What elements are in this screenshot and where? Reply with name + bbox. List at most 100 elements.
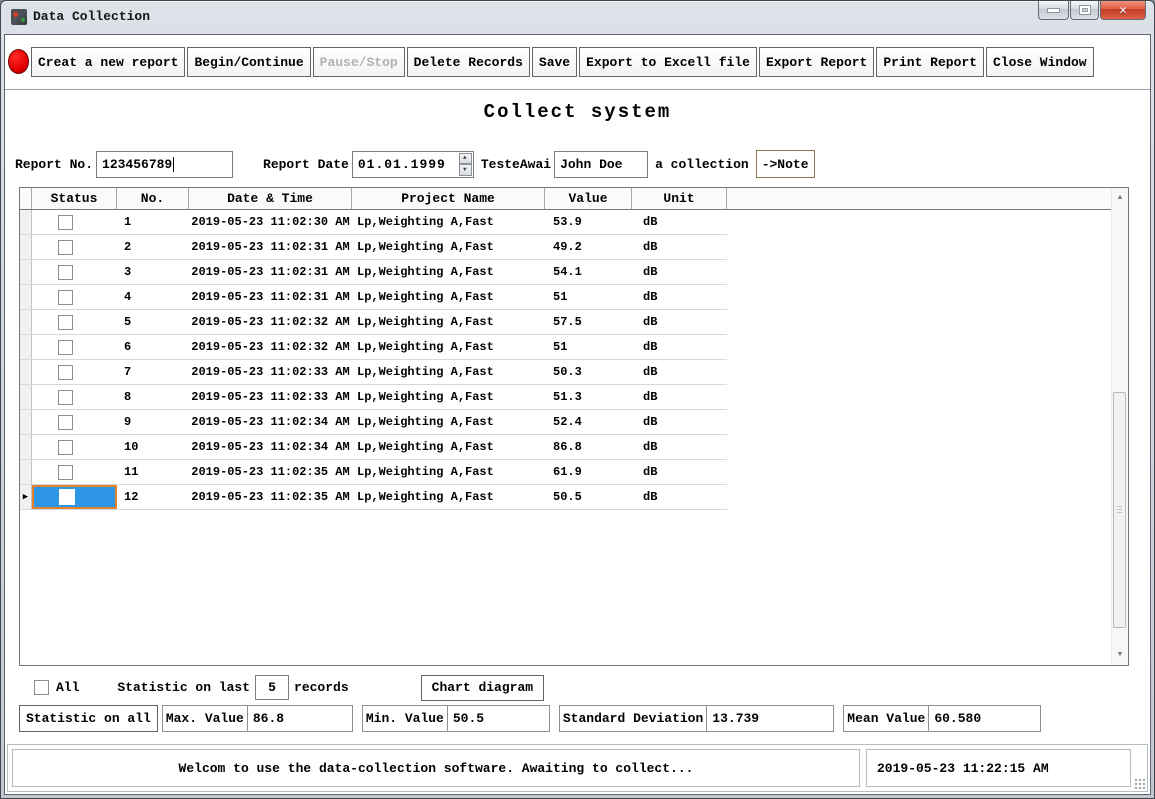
status-cell[interactable] bbox=[32, 460, 117, 484]
table-row[interactable]: 62019-05-23 11:02:32 AMLp,Weighting A,Fa… bbox=[20, 335, 727, 360]
collection-label: a collection bbox=[655, 157, 749, 172]
column-header-value[interactable]: Value bbox=[545, 188, 632, 209]
cell-no: 5 bbox=[117, 310, 189, 334]
row-selector[interactable]: ▶ bbox=[20, 485, 32, 509]
row-checkbox[interactable] bbox=[58, 340, 73, 355]
chart-diagram-button[interactable]: Chart diagram bbox=[421, 675, 544, 701]
tester-input[interactable]: John Doe bbox=[554, 151, 648, 178]
all-checkbox[interactable] bbox=[34, 680, 49, 695]
status-cell[interactable] bbox=[32, 310, 117, 334]
row-selector[interactable] bbox=[20, 235, 32, 259]
status-cell[interactable] bbox=[32, 285, 117, 309]
row-checkbox[interactable] bbox=[58, 290, 73, 305]
table-row[interactable]: ▶122019-05-23 11:02:35 AMLp,Weighting A,… bbox=[20, 485, 727, 510]
vertical-scrollbar[interactable]: ▲ ▼ bbox=[1111, 188, 1128, 665]
table-row[interactable]: 22019-05-23 11:02:31 AMLp,Weighting A,Fa… bbox=[20, 235, 727, 260]
save-button[interactable]: Save bbox=[532, 47, 577, 77]
scroll-up-icon[interactable]: ▲ bbox=[1113, 191, 1127, 205]
status-cell[interactable] bbox=[32, 360, 117, 384]
row-selector[interactable] bbox=[20, 385, 32, 409]
table-row[interactable]: 102019-05-23 11:02:34 AMLp,Weighting A,F… bbox=[20, 435, 727, 460]
export-excel-button[interactable]: Export to Excell file bbox=[579, 47, 757, 77]
status-cell[interactable] bbox=[32, 385, 117, 409]
cell-no: 8 bbox=[117, 385, 189, 409]
min-value-label: Min. Value bbox=[362, 705, 448, 732]
status-cell[interactable] bbox=[32, 210, 117, 234]
row-selector[interactable] bbox=[20, 210, 32, 234]
cell-no: 6 bbox=[117, 335, 189, 359]
close-icon: ✕ bbox=[1119, 3, 1127, 18]
column-header-status[interactable]: Status bbox=[32, 188, 117, 209]
close-window-button[interactable]: Close Window bbox=[986, 47, 1094, 77]
table-row[interactable]: 92019-05-23 11:02:34 AMLp,Weighting A,Fa… bbox=[20, 410, 727, 435]
title-bar[interactable]: Data Collection ✕ bbox=[1, 1, 1154, 34]
status-cell[interactable] bbox=[32, 260, 117, 284]
begin-continue-button[interactable]: Begin/Continue bbox=[187, 47, 310, 77]
records-count-input[interactable]: 5 bbox=[255, 675, 289, 700]
report-no-input[interactable]: 123456789 bbox=[96, 151, 233, 178]
column-header-datetime[interactable]: Date & Time bbox=[189, 188, 352, 209]
minimize-icon bbox=[1048, 9, 1059, 12]
row-checkbox[interactable] bbox=[58, 240, 73, 255]
row-selector[interactable] bbox=[20, 285, 32, 309]
status-cell[interactable] bbox=[32, 485, 117, 509]
status-cell[interactable] bbox=[32, 335, 117, 359]
table-row[interactable]: 82019-05-23 11:02:33 AMLp,Weighting A,Fa… bbox=[20, 385, 727, 410]
cell-unit: dB bbox=[632, 310, 727, 334]
row-checkbox[interactable] bbox=[58, 415, 73, 430]
row-selector[interactable] bbox=[20, 435, 32, 459]
cell-datetime: 2019-05-23 11:02:32 AM bbox=[189, 310, 352, 334]
row-checkbox[interactable] bbox=[59, 489, 75, 505]
row-checkbox[interactable] bbox=[58, 265, 73, 280]
note-button[interactable]: ->Note bbox=[756, 150, 815, 178]
column-header-no[interactable]: No. bbox=[117, 188, 189, 209]
row-selector[interactable] bbox=[20, 410, 32, 434]
row-checkbox[interactable] bbox=[58, 465, 73, 480]
pause-stop-button[interactable]: Pause/Stop bbox=[313, 47, 405, 77]
status-cell[interactable] bbox=[32, 235, 117, 259]
minimize-button[interactable] bbox=[1038, 1, 1069, 20]
table-row[interactable]: 12019-05-23 11:02:30 AMLp,Weighting A,Fa… bbox=[20, 210, 727, 235]
column-header-unit[interactable]: Unit bbox=[632, 188, 727, 209]
max-value-label: Max. Value bbox=[162, 705, 248, 732]
row-selector[interactable] bbox=[20, 335, 32, 359]
scroll-down-icon[interactable]: ▼ bbox=[1113, 648, 1127, 662]
row-selector[interactable] bbox=[20, 260, 32, 284]
table-row[interactable]: 72019-05-23 11:02:33 AMLp,Weighting A,Fa… bbox=[20, 360, 727, 385]
close-button[interactable]: ✕ bbox=[1100, 1, 1146, 20]
row-selector[interactable] bbox=[20, 310, 32, 334]
row-checkbox[interactable] bbox=[58, 365, 73, 380]
report-date-input[interactable]: 01.01.1999 ▲ ▼ bbox=[352, 151, 474, 178]
stat-last-label: Statistic on last bbox=[117, 680, 250, 695]
std-deviation-field: 13.739 bbox=[707, 705, 834, 732]
row-checkbox[interactable] bbox=[58, 440, 73, 455]
records-label: records bbox=[294, 680, 349, 695]
table-row[interactable]: 112019-05-23 11:02:35 AMLp,Weighting A,F… bbox=[20, 460, 727, 485]
scrollbar-thumb[interactable] bbox=[1113, 392, 1126, 628]
resize-grip[interactable] bbox=[1134, 778, 1145, 789]
statistic-on-all-button[interactable]: Statistic on all bbox=[19, 705, 158, 732]
cell-unit: dB bbox=[632, 410, 727, 434]
text-caret bbox=[173, 157, 174, 172]
cell-datetime: 2019-05-23 11:02:31 AM bbox=[189, 235, 352, 259]
status-cell[interactable] bbox=[32, 410, 117, 434]
row-checkbox[interactable] bbox=[58, 390, 73, 405]
table-row[interactable]: 52019-05-23 11:02:32 AMLp,Weighting A,Fa… bbox=[20, 310, 727, 335]
toolbar-buttons: Creat a new reportBegin/ContinuePause/St… bbox=[31, 47, 1096, 77]
row-selector[interactable] bbox=[20, 460, 32, 484]
export-report-button[interactable]: Export Report bbox=[759, 47, 874, 77]
cell-project: Lp,Weighting A,Fast bbox=[352, 260, 545, 284]
table-row[interactable]: 42019-05-23 11:02:31 AMLp,Weighting A,Fa… bbox=[20, 285, 727, 310]
print-report-button[interactable]: Print Report bbox=[876, 47, 984, 77]
status-cell[interactable] bbox=[32, 435, 117, 459]
row-selector[interactable] bbox=[20, 360, 32, 384]
row-checkbox[interactable] bbox=[58, 215, 73, 230]
maximize-button[interactable] bbox=[1070, 1, 1099, 20]
create-new-report-button[interactable]: Creat a new report bbox=[31, 47, 185, 77]
delete-records-button[interactable]: Delete Records bbox=[407, 47, 530, 77]
column-header-project[interactable]: Project Name bbox=[352, 188, 545, 209]
spinner-up-button[interactable]: ▲ bbox=[459, 153, 472, 165]
row-checkbox[interactable] bbox=[58, 315, 73, 330]
spinner-down-button[interactable]: ▼ bbox=[459, 164, 472, 176]
table-row[interactable]: 32019-05-23 11:02:31 AMLp,Weighting A,Fa… bbox=[20, 260, 727, 285]
